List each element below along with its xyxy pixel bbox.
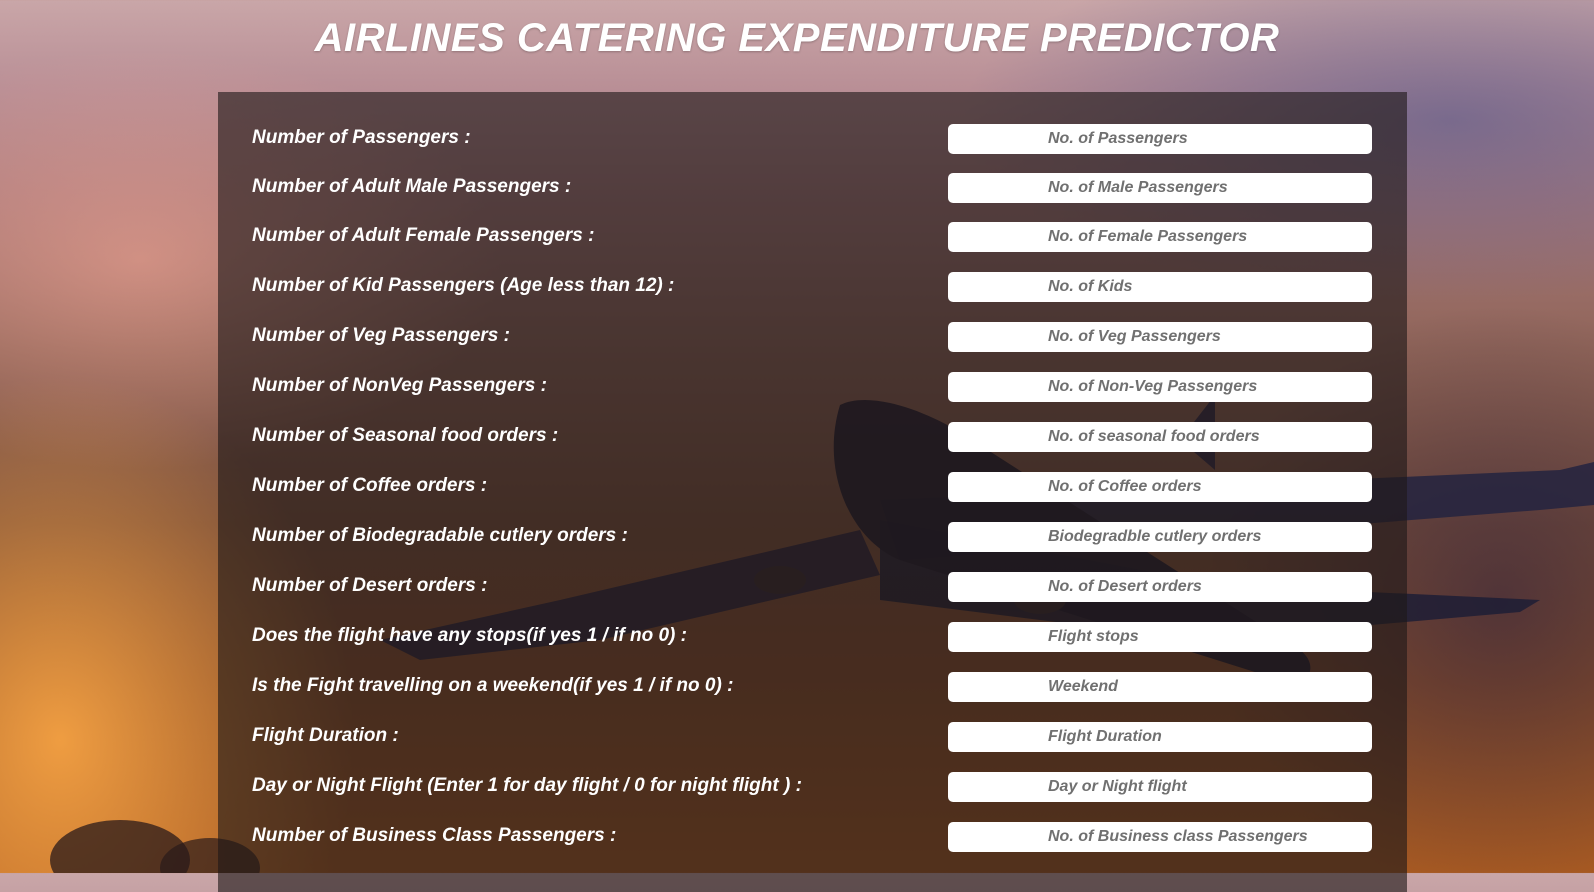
male-passengers-input[interactable]: [948, 173, 1372, 203]
page-title: AIRLINES CATERING EXPENDITURE PREDICTOR: [314, 16, 1280, 60]
form-row-kids: Number of Kid Passengers (Age less than …: [218, 272, 1407, 302]
cutlery-orders-input[interactable]: [948, 522, 1372, 552]
form-row-duration: Flight Duration :: [218, 722, 1407, 752]
form-row-nonveg-passengers: Number of NonVeg Passengers :: [218, 372, 1407, 402]
business-class-input[interactable]: [948, 822, 1372, 852]
form-row-day-night: Day or Night Flight (Enter 1 for day fli…: [218, 772, 1407, 802]
weekend-input[interactable]: [948, 672, 1372, 702]
nonveg-passengers-input[interactable]: [948, 372, 1372, 402]
field-label: Number of Adult Female Passengers :: [252, 225, 595, 246]
coffee-orders-input[interactable]: [948, 472, 1372, 502]
field-label: Number of Kid Passengers (Age less than …: [252, 275, 675, 296]
field-label: Number of Passengers :: [252, 127, 471, 148]
desert-orders-input[interactable]: [948, 572, 1372, 602]
field-label: Number of Business Class Passengers :: [252, 825, 617, 846]
day-night-input[interactable]: [948, 772, 1372, 802]
form-row-desert: Number of Desert orders :: [218, 572, 1407, 602]
form-row-cutlery: Number of Biodegradable cutlery orders :: [218, 522, 1407, 552]
field-label: Number of Biodegradable cutlery orders :: [252, 525, 628, 546]
field-label: Number of Coffee orders :: [252, 475, 488, 496]
form-row-female-passengers: Number of Adult Female Passengers :: [218, 222, 1407, 252]
field-label: Does the flight have any stops(if yes 1 …: [252, 625, 687, 646]
flight-duration-input[interactable]: [948, 722, 1372, 752]
flight-stops-input[interactable]: [948, 622, 1372, 652]
veg-passengers-input[interactable]: [948, 322, 1372, 352]
field-label: Flight Duration :: [252, 725, 399, 746]
field-label: Number of NonVeg Passengers :: [252, 375, 547, 396]
form-row-business-class: Number of Business Class Passengers :: [218, 822, 1407, 852]
prediction-form: Number of Passengers : Number of Adult M…: [218, 92, 1407, 892]
form-row-veg-passengers: Number of Veg Passengers :: [218, 322, 1407, 352]
field-label: Number of Adult Male Passengers :: [252, 176, 572, 197]
seasonal-food-input[interactable]: [948, 422, 1372, 452]
field-label: Is the Fight travelling on a weekend(if …: [252, 675, 734, 696]
field-label: Number of Seasonal food orders :: [252, 425, 559, 446]
form-row-coffee: Number of Coffee orders :: [218, 472, 1407, 502]
kids-input[interactable]: [948, 272, 1372, 302]
female-passengers-input[interactable]: [948, 222, 1372, 252]
form-row-seasonal-food: Number of Seasonal food orders :: [218, 422, 1407, 452]
form-row-male-passengers: Number of Adult Male Passengers :: [218, 173, 1407, 203]
form-row-stops: Does the flight have any stops(if yes 1 …: [218, 622, 1407, 652]
field-label: Number of Desert orders :: [252, 575, 488, 596]
passengers-input[interactable]: [948, 124, 1372, 154]
field-label: Number of Veg Passengers :: [252, 325, 510, 346]
form-row-weekend: Is the Fight travelling on a weekend(if …: [218, 672, 1407, 702]
form-row-passengers: Number of Passengers :: [218, 124, 1407, 154]
field-label: Day or Night Flight (Enter 1 for day fli…: [252, 775, 802, 796]
